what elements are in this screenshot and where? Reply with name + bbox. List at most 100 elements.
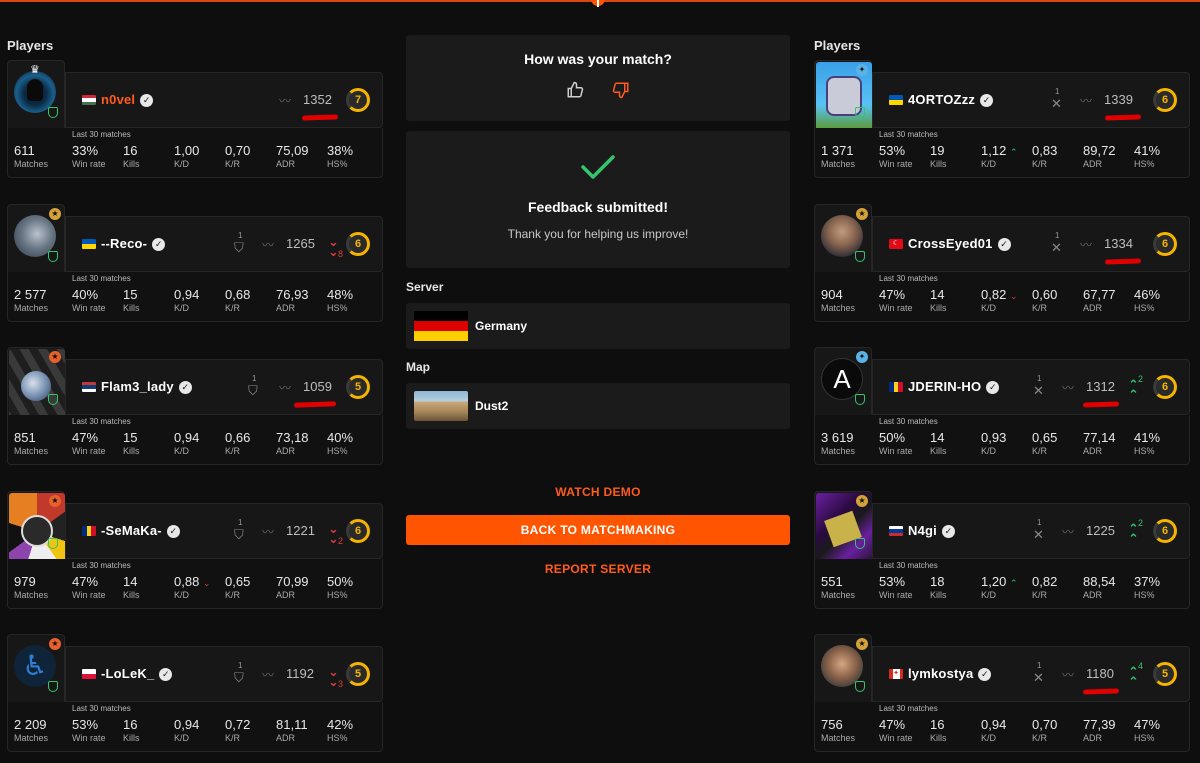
player-card[interactable]: ★ --Reco- ✓ 1 ⛉ 〰 1265 ⌄ ⌄ 8 6 Last 30 match…	[7, 204, 383, 322]
stat-label: K/R	[225, 446, 241, 456]
player-card[interactable]: A ✦ JDERIN-HO ✓ 1 ✕ 〰 1312 ⌃ ⌃ 2 6 Last 30 m…	[814, 347, 1190, 465]
stat-label: K/D	[174, 733, 190, 743]
stat-kills: 19	[930, 143, 945, 158]
back-to-matchmaking-button[interactable]: BACK TO MATCHMAKING	[406, 515, 790, 545]
stat-label: K/D	[981, 303, 997, 313]
stat-kr: 0,72	[225, 717, 251, 732]
flag-russia-icon	[889, 526, 903, 536]
stat-label: Kills	[930, 590, 947, 600]
last-30-label: Last 30 matches	[879, 561, 938, 570]
player-name[interactable]: JDERIN-HO ✓	[908, 379, 1000, 394]
stat-kr: 0,60	[1032, 287, 1058, 302]
stat-kd: 0,94	[981, 717, 1007, 732]
player-name[interactable]: --Reco- ✓	[101, 236, 166, 251]
elo-trend-icon: 〰	[279, 94, 291, 108]
verified-icon: ✓	[152, 238, 166, 251]
map-selector[interactable]: Dust2	[406, 383, 790, 429]
player-name[interactable]: n0vel ✓	[101, 92, 154, 107]
player-name[interactable]: N4gi ✓	[908, 523, 955, 538]
shield-icon	[855, 251, 865, 262]
kd-down-icon: ⌄	[202, 578, 211, 588]
kd-up-icon: ⌃	[1009, 578, 1018, 588]
star-icon: ✦	[856, 64, 868, 76]
player-stats: Last 30 matches 904 Matches 47% Win rate 1…	[814, 272, 1190, 322]
stat-label: Matches	[821, 159, 856, 169]
elo-value: 1339	[1104, 92, 1133, 107]
stat-adr: 70,99	[276, 574, 309, 589]
player-header: -LoLeK_ ✓ 1 ⛉ 〰 1192 ⌄ ⌄ 3 5	[65, 646, 383, 702]
player-name[interactable]: Flam3_lady ✓	[101, 379, 192, 394]
party-icon: 1 ✕	[1051, 231, 1062, 255]
flag-ukraine-icon	[889, 95, 903, 105]
server-name: Germany	[475, 319, 528, 333]
player-card[interactable]: ★ -SeMaKa- ✓ 1 ⛉ 〰 1221 ⌄ ⌄ 2 6 Last 30 matc…	[7, 491, 383, 609]
stat-label: Win rate	[879, 446, 913, 456]
player-stats: Last 30 matches 551 Matches 53% Win rate 1…	[814, 559, 1190, 609]
stat-label: K/D	[174, 303, 190, 313]
stat-kr: 0,70	[1032, 717, 1058, 732]
player-name[interactable]: lymkostya ✓	[908, 666, 992, 681]
player-card[interactable]: ★ ☾ CrossEyed01 ✓ 1 ✕ 〰 1334 6 Last 30 mat…	[814, 204, 1190, 322]
thumbs-up-icon[interactable]	[566, 81, 584, 104]
thumbs-down-icon[interactable]	[612, 81, 630, 104]
stat-label: ADR	[1083, 733, 1103, 743]
player-header: 4ORTOZzz ✓ 1 ✕ 〰 1339 6	[872, 72, 1190, 128]
stat-label: ADR	[1083, 303, 1103, 313]
stat-label: Win rate	[879, 159, 913, 169]
player-name[interactable]: 4ORTOZzz ✓	[908, 92, 994, 107]
player-card[interactable]: ✦ 4ORTOZzz ✓ 1 ✕ 〰 1339 6 Last 30 matches …	[814, 60, 1190, 178]
verified-icon: ✓	[997, 238, 1011, 251]
party-icon: 1 ✕	[1033, 518, 1044, 542]
player-card[interactable]: ♛ n0vel ✓ 〰 1352 7 Last 30 matches 611 Mat…	[7, 60, 383, 178]
player-name[interactable]: -SeMaKa- ✓	[101, 523, 180, 538]
player-header: --Reco- ✓ 1 ⛉ 〰 1265 ⌄ ⌄ 8 6	[65, 216, 383, 272]
player-header: n0vel ✓ 〰 1352 7	[65, 72, 383, 128]
elo-trend-icon: 〰	[1080, 94, 1092, 108]
player-name[interactable]: -LoLeK_ ✓	[101, 666, 173, 681]
stat-label: Matches	[821, 303, 856, 313]
stat-kills: 16	[930, 717, 945, 732]
stat-kills: 14	[930, 287, 945, 302]
player-header: ☾ CrossEyed01 ✓ 1 ✕ 〰 1334 6	[872, 216, 1190, 272]
stat-adr: 67,77	[1083, 287, 1116, 302]
player-card[interactable]: ★ ✦ lymkostya ✓ 1 ✕ 〰 1180 ⌃ ⌃ 4 5 Last 30 m…	[814, 634, 1190, 752]
stat-label: Kills	[930, 303, 947, 313]
stat-winrate: 53%	[879, 143, 906, 158]
stat-winrate: 53%	[879, 574, 906, 589]
report-server-link[interactable]: REPORT SERVER	[406, 562, 790, 576]
star-icon: ★	[49, 351, 61, 363]
server-selector[interactable]: Germany	[406, 303, 790, 349]
red-scribble	[301, 114, 339, 121]
stat-label: Kills	[123, 446, 140, 456]
elo-value: 1221	[286, 523, 315, 538]
watch-demo-link[interactable]: WATCH DEMO	[406, 485, 790, 499]
stat-label: K/R	[1032, 733, 1048, 743]
stat-label: K/D	[174, 590, 190, 600]
stat-matches: 551	[821, 574, 843, 589]
player-card[interactable]: ★ N4gi ✓ 1 ✕ 〰 1225 ⌃ ⌃ 2 6 Last 30 matches …	[814, 491, 1190, 609]
stat-label: Matches	[14, 446, 49, 456]
player-stats: Last 30 matches 611 Matches 33% Win rate 1…	[7, 128, 383, 178]
stat-adr: 81,11	[276, 717, 308, 732]
player-name[interactable]: CrossEyed01 ✓	[908, 236, 1011, 251]
star-icon: ★	[49, 208, 61, 220]
flag-ukraine-icon	[82, 239, 96, 249]
player-stats: Last 30 matches 1 371 Matches 53% Win rate…	[814, 128, 1190, 178]
red-scribble	[293, 401, 337, 408]
elo-trend-icon: 〰	[262, 238, 274, 252]
player-header: JDERIN-HO ✓ 1 ✕ 〰 1312 ⌃ ⌃ 2 6	[872, 359, 1190, 415]
elo-value: 1192	[286, 666, 314, 681]
stat-label: Win rate	[72, 446, 106, 456]
star-icon: ★	[856, 638, 868, 650]
stat-label: HS%	[1134, 303, 1155, 313]
stat-label: Matches	[821, 590, 856, 600]
stat-label: Kills	[123, 159, 140, 169]
verified-icon: ✓	[159, 668, 173, 681]
top-handle-icon[interactable]	[591, 0, 605, 7]
stat-label: Matches	[821, 733, 856, 743]
player-card[interactable]: ★ Flam3_lady ✓ 1 ⛉ 〰 1059 5 Last 30 matche…	[7, 347, 383, 465]
elo-trend-icon: 〰	[279, 381, 291, 395]
stat-hs: 38%	[327, 143, 354, 158]
player-card[interactable]: ♿ ★ -LoLeK_ ✓ 1 ⛉ 〰 1192 ⌄ ⌄ 3 5 Last 30 mat…	[7, 634, 383, 752]
verified-icon: ✓	[140, 94, 154, 107]
